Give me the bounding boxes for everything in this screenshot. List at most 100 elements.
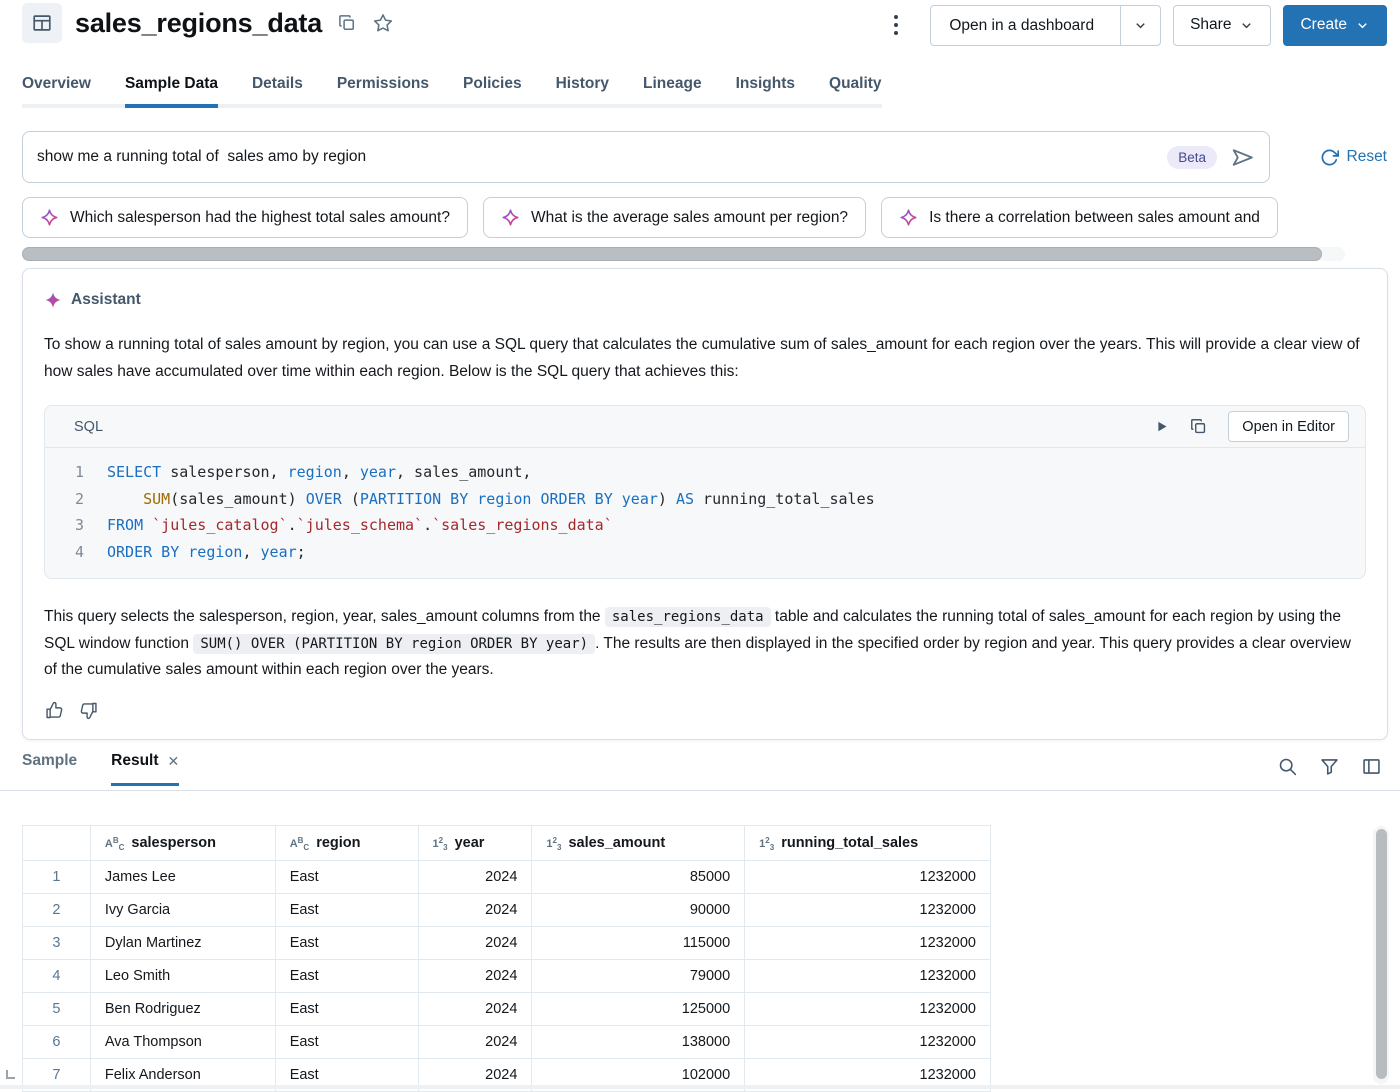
divider <box>0 790 1400 791</box>
filter-icon[interactable] <box>1319 756 1340 777</box>
number-type-icon: 123 <box>759 835 775 852</box>
table-row[interactable]: 5 Ben Rodriguez East 2024 125000 1232000 <box>22 992 991 1026</box>
suggestion-label: What is the average sales amount per reg… <box>530 208 849 226</box>
thumbs-down-icon[interactable] <box>78 700 99 721</box>
thumbs-up-icon[interactable] <box>44 700 65 721</box>
create-button[interactable]: Create <box>1283 4 1387 46</box>
reset-label: Reset <box>1346 148 1388 165</box>
chevron-down-icon <box>1355 18 1370 33</box>
share-button[interactable]: Share <box>1173 4 1272 46</box>
sparkle-icon <box>899 208 918 227</box>
table-row[interactable]: 2 Ivy Garcia East 2024 90000 1232000 <box>22 893 991 927</box>
suggestion-chip[interactable]: Which salesperson had the highest total … <box>22 197 468 238</box>
column-header-salesperson[interactable]: A B Csalesperson <box>89 825 276 861</box>
scrollbar-thumb[interactable] <box>1375 829 1387 1079</box>
assistant-header: Assistant <box>44 291 1366 309</box>
run-icon[interactable] <box>1154 419 1169 434</box>
code-line: 3 FROM `jules_catalog`. `jules_schema`. `s… <box>45 512 1365 539</box>
sql-code-block: SQL Open in Editor 1 SELECT salesperson,… <box>44 405 1366 579</box>
column-header-year[interactable]: 1 2 3 year <box>417 825 533 861</box>
code-body: 1 SELECT salesperson, region, year, sale… <box>45 448 1365 578</box>
line-number: 3 <box>74 516 84 534</box>
bottom-edge <box>0 1085 1400 1089</box>
tab-permissions[interactable]: Permissions <box>337 75 429 108</box>
beta-badge: Beta <box>1167 145 1217 169</box>
assistant-panel: Assistant To show a running total of sal… <box>22 268 1388 740</box>
table-row[interactable]: 1 James Lee East 2024 85000 1232000 <box>22 860 991 894</box>
table-row[interactable]: 3 Dylan Martinez East 2024 115000 123200… <box>22 926 991 960</box>
table-row[interactable]: 4 Leo Smith East 2024 79000 1232000 <box>22 959 991 993</box>
close-result-tab-icon[interactable]: ✕ <box>168 753 180 770</box>
feedback-row <box>44 700 1366 721</box>
table-entity-icon <box>22 3 62 43</box>
copy-code-icon[interactable] <box>1189 417 1208 436</box>
tab-policies[interactable]: Policies <box>463 75 522 108</box>
line-number: 4 <box>74 542 84 561</box>
suggestion-chip[interactable]: What is the average sales amount per reg… <box>482 197 867 238</box>
row-number-header <box>22 825 91 861</box>
inline-code: SUM() OVER (PARTITION BY region ORDER BY… <box>193 633 596 654</box>
chevron-down-icon[interactable] <box>1120 5 1160 45</box>
suggestion-chip[interactable]: Is there a correlation between sales amo… <box>881 197 1278 238</box>
code-language-label: SQL <box>74 418 104 435</box>
page-tabs: Overview Sample Data Details Permissions… <box>22 75 882 108</box>
result-table: A B Csalesperson A B Cregion 1 2 3 year 1 2 3 sale… <box>22 825 991 1092</box>
string-type-icon: ABC <box>104 835 125 852</box>
column-header-running-total-sales[interactable]: 1 2 3 running_total_sales <box>744 825 991 861</box>
reset-button[interactable]: Reset <box>1320 148 1388 167</box>
tab-sample-data[interactable]: Sample Data <box>124 75 218 108</box>
line-number: 1 <box>74 463 84 481</box>
tab-result[interactable]: Result ✕ <box>111 752 180 786</box>
result-table-wrap: A B Csalesperson A B Cregion 1 2 3 year 1 2 3 sale… <box>22 825 992 1092</box>
table-row[interactable]: 6 Ava Thompson East 2024 138000 1232000 <box>22 1025 991 1059</box>
string-type-icon: ABC <box>289 835 310 852</box>
line-number: 2 <box>74 489 84 508</box>
nl-query-input[interactable]: show me a running total of sales amo by … <box>22 131 1270 183</box>
page-title: sales_regions_data <box>75 7 323 38</box>
open-in-dashboard-button[interactable]: Open in a dashboard <box>930 4 1162 46</box>
result-toolbar <box>1277 752 1382 777</box>
scrollbar-thumb[interactable] <box>22 247 1322 261</box>
open-in-editor-button[interactable]: Open in Editor <box>1228 411 1349 442</box>
code-line: 1 SELECT salesperson, region, year, sale… <box>45 459 1365 486</box>
header-actions: Open in a dashboard Share Create <box>884 3 1387 47</box>
tab-lineage[interactable]: Lineage <box>643 75 702 108</box>
create-label: Create <box>1300 16 1347 33</box>
send-icon[interactable] <box>1230 145 1255 170</box>
assistant-intro: To show a running total of sales amount … <box>44 336 1360 380</box>
side-panel-icon[interactable] <box>1361 756 1382 777</box>
suggestion-chips: Which salesperson had the highest total … <box>22 197 1400 238</box>
favorite-star-icon[interactable] <box>372 12 394 34</box>
column-header-sales-amount[interactable]: 1 2 3 sales_amount <box>531 825 746 861</box>
open-in-dashboard-label: Open in a dashboard <box>949 16 1095 34</box>
tab-details[interactable]: Details <box>252 75 303 108</box>
tab-sample[interactable]: Sample <box>22 752 77 786</box>
table-vertical-scrollbar[interactable] <box>1373 826 1389 1084</box>
tab-quality[interactable]: Quality <box>829 75 882 108</box>
kebab-menu-icon[interactable] <box>884 9 908 41</box>
inline-code: sales_regions_data <box>604 607 771 627</box>
top-bar: sales_regions_data Open in a dashboard S… <box>22 3 1387 47</box>
share-label: Share <box>1190 16 1232 33</box>
suggestion-label: Which salesperson had the highest total … <box>70 208 450 226</box>
number-type-icon: 123 <box>432 835 448 852</box>
sparkle-icon <box>40 208 59 227</box>
result-tabs: Sample Result ✕ <box>22 752 1382 790</box>
code-block-header: SQL Open in Editor <box>45 406 1365 448</box>
tab-overview[interactable]: Overview <box>22 75 91 108</box>
query-text: show me a running total of sales amo by … <box>37 148 367 165</box>
search-icon[interactable] <box>1277 756 1298 777</box>
suggestion-label: Is there a correlation between sales amo… <box>929 208 1260 226</box>
query-row: show me a running total of sales amo by … <box>22 131 1387 183</box>
resize-corner[interactable] <box>6 1070 15 1079</box>
column-header-region[interactable]: A B Cregion <box>274 825 419 861</box>
tab-history[interactable]: History <box>556 75 609 108</box>
assistant-explanation: This query selects the salesperson, regi… <box>44 607 1351 678</box>
chips-horizontal-scrollbar[interactable] <box>22 247 1345 261</box>
title-group: sales_regions_data <box>22 3 394 43</box>
sparkle-icon <box>501 208 520 227</box>
reset-icon <box>1320 148 1339 167</box>
copy-name-icon[interactable] <box>337 13 357 33</box>
assistant-label: Assistant <box>71 291 141 308</box>
tab-insights[interactable]: Insights <box>736 75 795 108</box>
